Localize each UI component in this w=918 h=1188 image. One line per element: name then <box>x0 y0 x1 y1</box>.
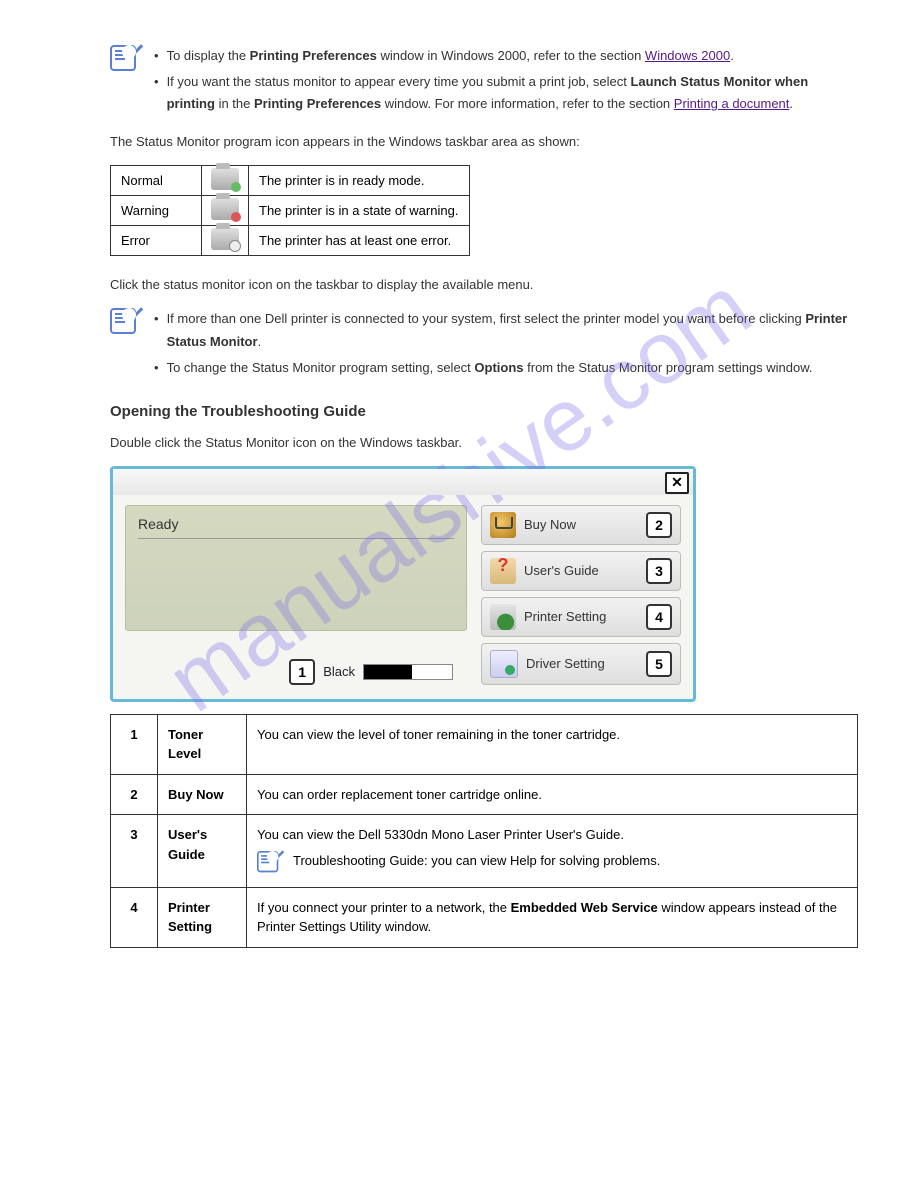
table-row: Error The printer has at least one error… <box>111 226 470 256</box>
note-line: If more than one Dell printer is connect… <box>167 308 858 352</box>
callout-1: 1 <box>289 659 315 685</box>
note-text: • To display the Printing Preferences wi… <box>154 45 858 119</box>
toner-row: 1 Black <box>125 659 467 685</box>
note-block-1: • To display the Printing Preferences wi… <box>110 45 858 119</box>
toner-level-bar <box>363 664 453 680</box>
driver-gear-icon <box>490 650 518 678</box>
bullet-dot-icon: • <box>154 71 159 115</box>
printer-warning-icon <box>211 198 239 220</box>
users-guide-button[interactable]: User's Guide 3 <box>481 551 681 591</box>
printer-gear-icon <box>490 604 516 630</box>
cell-icon <box>202 166 249 196</box>
callout-4: 4 <box>646 604 672 630</box>
bullet-dot-icon: • <box>154 45 159 67</box>
cell-num: 3 <box>111 815 158 888</box>
window-titlebar: ✕ <box>113 469 693 495</box>
cell-text: If you connect your printer to a network… <box>247 887 858 947</box>
click-instruction: Click the status monitor icon on the tas… <box>110 274 858 296</box>
cell-text: You can view the Dell 5330dn Mono Laser … <box>247 815 858 888</box>
callout-3: 3 <box>646 558 672 584</box>
section-heading: Opening the Troubleshooting Guide <box>110 403 858 420</box>
cell-num: 4 <box>111 887 158 947</box>
note-text: • If more than one Dell printer is conne… <box>154 308 858 382</box>
bullet-dot-icon: • <box>154 357 159 379</box>
bullet-dot-icon: • <box>154 308 159 352</box>
cell-name: Buy Now <box>158 774 247 815</box>
icon-lead-in: The Status Monitor program icon appears … <box>110 131 858 153</box>
cell-desc: The printer is in a state of warning. <box>249 196 470 226</box>
cell-num: 1 <box>111 714 158 774</box>
note-line: To change the Status Monitor program set… <box>167 357 813 379</box>
book-help-icon <box>490 558 516 584</box>
status-text: Ready <box>138 516 454 539</box>
cell-num: 2 <box>111 774 158 815</box>
note-icon <box>110 45 136 71</box>
button-label: Printer Setting <box>524 609 638 624</box>
note-block-2: • If more than one Dell printer is conne… <box>110 308 858 382</box>
heading-paragraph: Double click the Status Monitor icon on … <box>110 432 858 454</box>
printer-normal-icon <box>211 168 239 190</box>
callout-2: 2 <box>646 512 672 538</box>
cell-name: Printer Setting <box>158 887 247 947</box>
table-row: Normal The printer is in ready mode. <box>111 166 470 196</box>
link-windows-2000[interactable]: Windows 2000 <box>645 48 730 63</box>
button-label: Driver Setting <box>526 656 638 671</box>
inline-note-text: Troubleshooting Guide: you can view Help… <box>293 851 660 871</box>
table-row: 3 User's Guide You can view the Dell 533… <box>111 815 858 888</box>
printer-setting-button[interactable]: Printer Setting 4 <box>481 597 681 637</box>
table-row: 4 Printer Setting If you connect your pr… <box>111 887 858 947</box>
status-panel: Ready <box>125 505 467 631</box>
cart-icon <box>490 512 516 538</box>
cell-desc: The printer is in ready mode. <box>249 166 470 196</box>
note-line: If you want the status monitor to appear… <box>167 71 858 115</box>
note-icon <box>257 851 278 872</box>
callout-description-table: 1 Toner Level You can view the level of … <box>110 714 858 948</box>
note-line: To display the Printing Preferences wind… <box>167 45 734 67</box>
cell-icon <box>202 226 249 256</box>
status-monitor-window: ✕ Ready 1 Black Buy Now 2 <box>110 466 696 702</box>
cell-label: Error <box>111 226 202 256</box>
cell-label: Normal <box>111 166 202 196</box>
cell-desc: The printer has at least one error. <box>249 226 470 256</box>
table-row: 2 Buy Now You can order replacement tone… <box>111 774 858 815</box>
cell-label: Warning <box>111 196 202 226</box>
cell-name: User's Guide <box>158 815 247 888</box>
cell-text: You can order replacement toner cartridg… <box>247 774 858 815</box>
close-button[interactable]: ✕ <box>665 472 689 494</box>
cell-text: You can view the level of toner remainin… <box>247 714 858 774</box>
note-icon <box>110 308 136 334</box>
toner-label: Black <box>323 664 355 679</box>
cell-icon <box>202 196 249 226</box>
icon-meaning-table: Normal The printer is in ready mode. War… <box>110 165 470 256</box>
table-row: Warning The printer is in a state of war… <box>111 196 470 226</box>
printer-error-icon <box>211 228 239 250</box>
driver-setting-button[interactable]: Driver Setting 5 <box>481 643 681 685</box>
link-printing-document[interactable]: Printing a document <box>674 96 790 111</box>
table-row: 1 Toner Level You can view the level of … <box>111 714 858 774</box>
callout-5: 5 <box>646 651 672 677</box>
buy-now-button[interactable]: Buy Now 2 <box>481 505 681 545</box>
button-label: User's Guide <box>524 563 638 578</box>
cell-name: Toner Level <box>158 714 247 774</box>
button-label: Buy Now <box>524 517 638 532</box>
